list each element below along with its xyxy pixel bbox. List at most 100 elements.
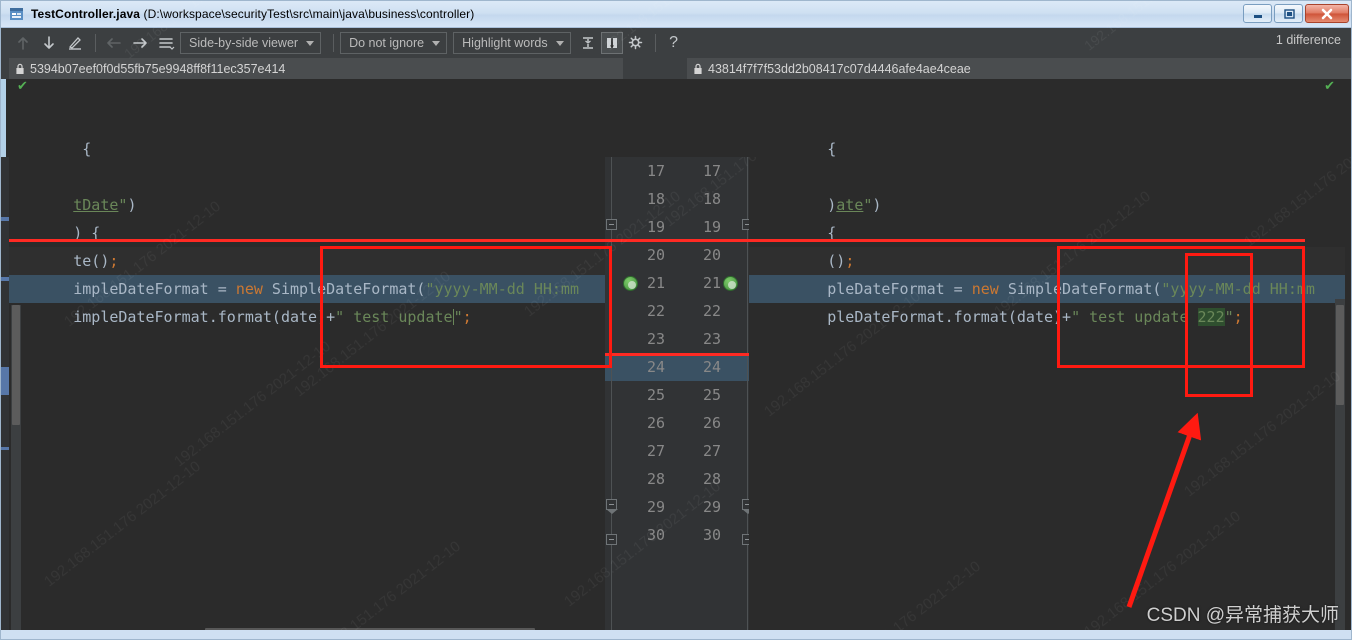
right-code-line-21: { — [755, 191, 836, 242]
gutter-line-number-left: 22 — [646, 302, 665, 320]
gutter-line-number-right: 24 — [702, 358, 721, 376]
right-code-line-18: { — [755, 107, 836, 158]
collapse-unchanged-icon[interactable] — [577, 32, 599, 54]
change-marker-2 — [1, 277, 9, 281]
gutter-line-number-left: 25 — [646, 386, 665, 404]
minimize-button[interactable] — [1243, 4, 1272, 23]
window-controls — [1243, 4, 1349, 23]
scrollbar-thumb — [12, 305, 20, 425]
right-revision-bar[interactable]: 43814f7f7f53dd2b08417c07d4446afe4ae4ceae — [687, 58, 1351, 79]
window-title: TestController.java (D:\workspace\securi… — [31, 7, 474, 21]
lock-icon — [15, 63, 25, 75]
gutter-line-number-left: 19 — [646, 218, 665, 236]
right-line-24-ident: pleDateFormat.format(date)+ — [827, 308, 1072, 326]
red-rectangle-right-change — [1057, 246, 1305, 368]
left-revision-bar[interactable]: 5394b07eef0f0d55fb75e9948ff8f11ec357e414 — [9, 58, 623, 79]
red-divider-left — [9, 239, 605, 242]
diff-toolbar: Side-by-side viewer Do not ignore Highli… — [1, 28, 1351, 58]
green-check-icon: ✔ — [17, 79, 28, 93]
right-code-line-20: )ate") — [755, 163, 881, 214]
toolbar-separator-3 — [654, 34, 656, 52]
scrollbar-thumb — [1336, 305, 1344, 405]
gutter-line-number-right: 29 — [702, 498, 721, 516]
whitespace-mode-dropdown[interactable]: Do not ignore — [340, 32, 448, 54]
gutter-line-number-right: 21 — [702, 274, 721, 292]
help-label: ? — [669, 34, 679, 51]
right-code-line-22: (); — [755, 219, 854, 270]
gutter-line-number-right: 28 — [702, 470, 721, 488]
left-pane-vertical-scrollbar[interactable] — [11, 305, 21, 639]
gutter-line-number-right: 23 — [702, 330, 721, 348]
window-bottom-border — [1, 630, 1351, 639]
method-modified-icon-right — [723, 276, 738, 291]
fold-marker-left-29 — [606, 499, 618, 514]
help-icon[interactable]: ? — [662, 32, 686, 54]
next-difference-button[interactable] — [37, 32, 61, 54]
left-code-line-20: tDate") — [9, 163, 136, 214]
chevron-down-icon — [432, 40, 441, 46]
previous-difference-button[interactable] — [11, 32, 35, 54]
green-check-icon: ✔ — [1324, 79, 1335, 93]
chevron-down-icon — [555, 40, 564, 46]
red-rectangle-inserted-text — [1185, 253, 1253, 397]
left-change-marker-column[interactable] — [1, 157, 9, 639]
csdn-signature: CSDN @异常捕获大师 — [1146, 605, 1339, 626]
left-line-text-20c: ) — [127, 196, 137, 214]
diff-viewer-window: TestController.java (D:\workspace\securi… — [0, 0, 1352, 640]
chevron-down-icon — [306, 40, 315, 46]
left-line-24-ident: impleDateFormat.format(date)+ — [73, 308, 336, 326]
gutter-line-number-right: 22 — [702, 302, 721, 320]
right-line-text-20d: ) — [872, 196, 882, 214]
gutter-line-number-left: 20 — [646, 246, 665, 264]
gutter-line-number-left: 18 — [646, 190, 665, 208]
highlight-mode-label: Highlight words — [462, 36, 548, 50]
gutter-line-number-left: 30 — [646, 526, 665, 544]
red-divider-right — [749, 239, 1305, 242]
gutter-line-number-left: 23 — [646, 330, 665, 348]
java-file-icon — [9, 6, 25, 22]
fold-marker-left-30 — [606, 534, 617, 545]
whitespace-mode-label: Do not ignore — [349, 36, 425, 50]
gutter-line-number-left: 29 — [646, 498, 665, 516]
left-code-line-22: te(); — [9, 219, 118, 270]
gutter-line-number-left: 21 — [646, 274, 665, 292]
fold-marker-left-19 — [606, 219, 617, 230]
gutter-line-number-right: 18 — [702, 190, 721, 208]
red-rectangle-left-change — [320, 246, 612, 368]
red-divider-gutter-lower — [605, 353, 749, 356]
lock-icon — [693, 63, 703, 75]
restore-button[interactable] — [1274, 4, 1303, 23]
gutter-line-number-right: 17 — [702, 162, 721, 180]
left-line-text-18: { — [73, 140, 92, 158]
gutter-line-number-left: 24 — [646, 358, 665, 376]
right-revision-hash: 43814f7f7f53dd2b08417c07d4446afe4ae4ceae — [708, 61, 971, 76]
gutter-line-number-right: 27 — [702, 442, 721, 460]
difference-count-label: 1 difference — [1275, 33, 1341, 47]
gutter-line-number-right: 20 — [702, 246, 721, 264]
gutter-line-number-right: 26 — [702, 414, 721, 432]
toolbar-separator — [95, 34, 96, 52]
left-code-line-21: ) { — [9, 191, 100, 242]
highlight-mode-dropdown[interactable]: Highlight words — [453, 32, 571, 54]
right-pane-scrollbar[interactable] — [1335, 299, 1345, 639]
change-marker-4 — [1, 447, 9, 450]
gutter-line-number-left: 28 — [646, 470, 665, 488]
gutter-line-number-left: 17 — [646, 162, 665, 180]
window-title-filename: TestController.java — [31, 7, 141, 21]
right-line-text-18: { — [827, 140, 837, 158]
red-divider-center — [605, 239, 749, 242]
line-number-gutter: 17 17 18 18 19 19 20 20 21 21 22 22 23 23 24 24 25 25 26 26… — [605, 157, 754, 639]
gutter-line-number-right: 25 — [702, 386, 721, 404]
gutter-selected-line — [605, 353, 749, 381]
close-button[interactable] — [1305, 4, 1349, 23]
viewer-mode-label: Side-by-side viewer — [189, 36, 299, 50]
viewer-mode-dropdown[interactable]: Side-by-side viewer — [180, 32, 322, 54]
change-marker — [1, 217, 9, 221]
left-revision-hash: 5394b07eef0f0d55fb75e9948ff8f11ec357e414 — [30, 61, 286, 76]
pencil-edit-icon[interactable] — [63, 32, 87, 54]
gutter-line-number-right: 19 — [702, 218, 721, 236]
right-line-text-20b: ate — [836, 196, 864, 214]
gutter-line-number-right: 30 — [702, 526, 721, 544]
change-marker-3 — [1, 367, 9, 395]
left-code-line-18: { — [9, 107, 91, 158]
